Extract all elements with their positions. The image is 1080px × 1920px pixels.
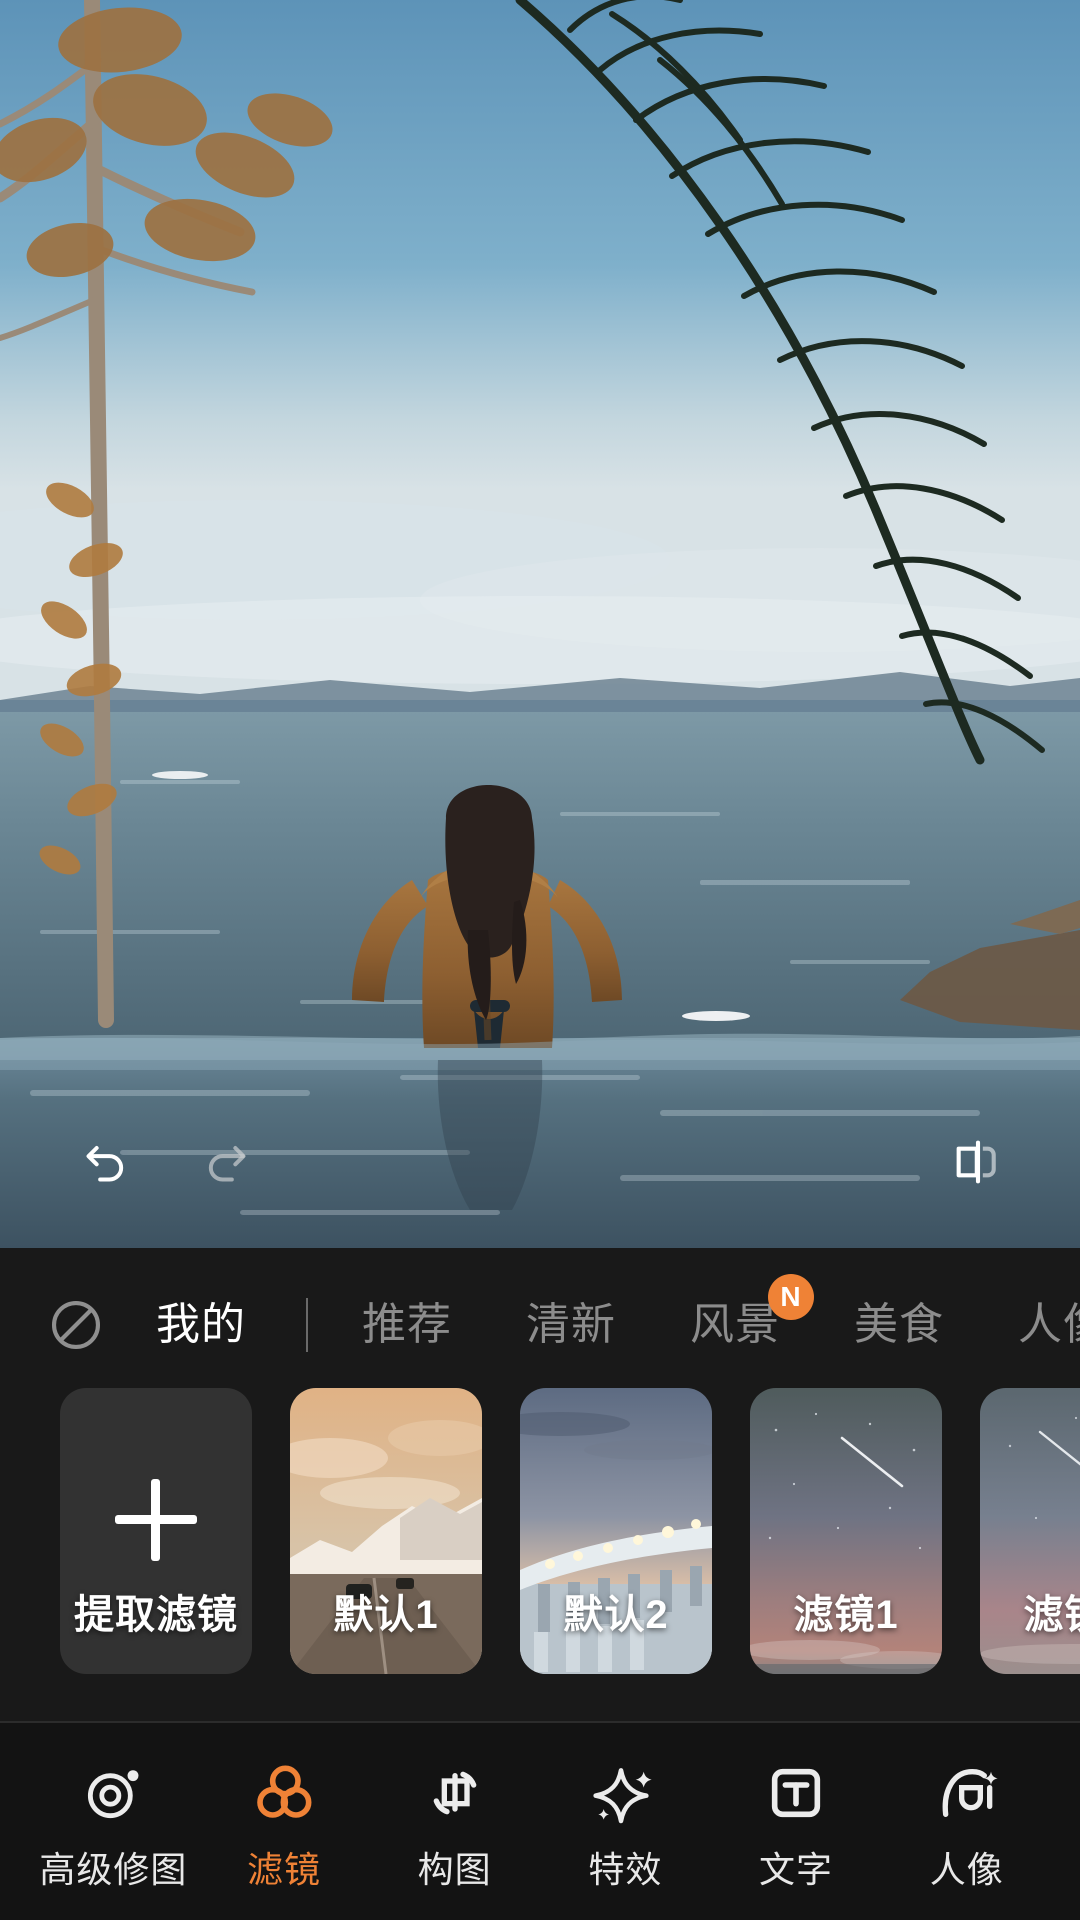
undo-button[interactable] [58, 1114, 154, 1210]
tab-portrait[interactable]: 人像 [1018, 1270, 1080, 1380]
portrait-icon [942, 1768, 998, 1817]
no-filter-button[interactable] [20, 1270, 132, 1380]
tab-divider [306, 1298, 308, 1352]
filter-thumbnail-list[interactable]: 提取滤镜 默认1 默认2 滤镜1 滤 [0, 1388, 1080, 1678]
nav-label: 构图 [417, 1849, 492, 1890]
tab-label: 我的 [156, 1300, 246, 1349]
filter-category-tabs[interactable]: 我的 推荐 清新 风景 N 美食 人像 [0, 1270, 1080, 1380]
tab-landscape[interactable]: 风景 N [690, 1270, 814, 1380]
no-filter-icon [51, 1300, 101, 1350]
crop-rotate-icon [433, 1771, 477, 1815]
nav-item-crop[interactable]: 构图 [369, 1723, 540, 1893]
thumb-label: 滤镜1 [793, 1593, 899, 1637]
nav-item-effects[interactable]: 特效 [540, 1723, 711, 1893]
tab-label: 美食 [854, 1300, 944, 1349]
tab-recommended[interactable]: 推荐 [362, 1270, 452, 1380]
filter-thumb-default2[interactable]: 默认2 [520, 1388, 712, 1674]
bottom-toolbar: 高级修图 滤镜 构图 特效 文字 人像 [0, 1723, 1080, 1920]
extract-filter-button[interactable]: 提取滤镜 [60, 1388, 252, 1674]
photo-editor-screen: 我的 推荐 清新 风景 N 美食 人像 提取滤镜 [0, 0, 1080, 1920]
nav-item-text[interactable]: 文字 [711, 1723, 882, 1893]
plus-icon [115, 1479, 197, 1561]
filter-thumb-default1[interactable]: 默认1 [290, 1388, 482, 1674]
text-box-icon [771, 1768, 821, 1818]
tab-label: 人像 [1018, 1300, 1080, 1349]
redo-arrow-icon [208, 1146, 246, 1182]
nav-label: 文字 [759, 1849, 834, 1890]
thumb-label: 默认2 [563, 1593, 669, 1637]
new-badge: N [768, 1274, 814, 1320]
nav-item-filter[interactable]: 滤镜 [199, 1723, 370, 1893]
edited-photo [0, 0, 1080, 1248]
undo-arrow-icon [86, 1146, 124, 1182]
nav-label: 特效 [588, 1849, 663, 1890]
filter-rings-icon [257, 1765, 312, 1818]
tab-fresh[interactable]: 清新 [526, 1270, 616, 1380]
nav-item-advanced-edit[interactable]: 高级修图 [28, 1723, 199, 1893]
filter-thumb-filter2[interactable]: 滤镜2 [980, 1388, 1080, 1674]
thumb-label: 滤镜2 [1023, 1593, 1080, 1637]
sparkle-icon [593, 1768, 653, 1824]
nav-label: 高级修图 [39, 1849, 188, 1890]
compare-button[interactable] [930, 1114, 1026, 1210]
filter-thumb-filter1[interactable]: 滤镜1 [750, 1388, 942, 1674]
filter-panel: 我的 推荐 清新 风景 N 美食 人像 提取滤镜 [0, 1248, 1080, 1723]
tab-label: 推荐 [362, 1300, 452, 1349]
nav-item-portrait[interactable]: 人像 [881, 1723, 1052, 1893]
photo-canvas[interactable] [0, 0, 1080, 1248]
tab-food[interactable]: 美食 [854, 1270, 944, 1380]
tab-mine[interactable]: 我的 [156, 1270, 246, 1380]
nav-label: 人像 [929, 1849, 1004, 1890]
nav-label: 滤镜 [247, 1849, 322, 1890]
thumb-label: 提取滤镜 [74, 1593, 238, 1637]
aperture-icon [88, 1770, 139, 1819]
redo-button[interactable] [178, 1114, 274, 1210]
thumb-label: 默认1 [333, 1593, 439, 1637]
tab-label: 风景 [690, 1300, 780, 1349]
tab-label: 清新 [526, 1300, 616, 1349]
compare-split-icon [956, 1140, 996, 1184]
